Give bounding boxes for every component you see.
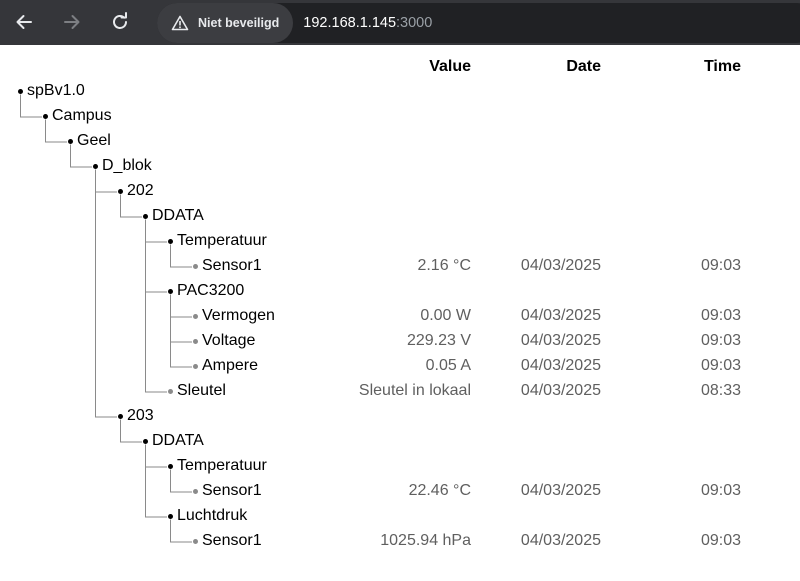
metric-date: 04/03/2025 — [520, 482, 601, 499]
reload-button[interactable] — [104, 6, 136, 38]
column-header-value: Value — [429, 58, 471, 75]
warning-triangle-icon — [171, 15, 189, 31]
leaf-bullet-icon — [192, 264, 198, 269]
leaf-bullet-icon — [192, 364, 198, 369]
tree-node-label: DDATA — [152, 207, 204, 224]
arrow-left-icon — [16, 15, 32, 29]
tree-node-row[interactable]: spBv1.0 — [0, 79, 800, 104]
node-bullet-icon — [17, 89, 23, 94]
metric-time: 09:03 — [700, 482, 741, 499]
tree-node-label: 202 — [127, 182, 154, 199]
metric-time: 08:33 — [700, 382, 741, 399]
tree-node-row[interactable]: Geel — [0, 129, 800, 154]
back-button[interactable] — [8, 6, 40, 38]
node-bullet-icon — [167, 464, 173, 469]
node-bullet-icon — [117, 414, 123, 419]
tree-node-row[interactable]: 202 — [0, 179, 800, 204]
reload-icon — [113, 12, 127, 29]
tree-node-row[interactable]: DDATA — [0, 204, 800, 229]
tree-node-label: Ampere — [202, 357, 259, 374]
metric-value: 0.05 A — [425, 357, 471, 374]
tree-node-row[interactable]: 203 — [0, 404, 800, 429]
security-label: Niet beveiligd — [198, 16, 280, 30]
tree-node-row[interactable]: Temperatuur — [0, 454, 800, 479]
metric-value: Sleutel in lokaal — [358, 382, 471, 399]
tree-node-label: DDATA — [152, 432, 204, 449]
tree-node-label: 203 — [127, 407, 154, 424]
metric-date: 04/03/2025 — [520, 382, 601, 399]
url-host: 192.168.1.145 — [303, 15, 397, 31]
tree-node-label: spBv1.0 — [27, 82, 85, 99]
tree-node-label: Luchtdruk — [177, 507, 248, 524]
metric-value: 0.00 W — [420, 307, 471, 324]
node-bullet-icon — [167, 514, 173, 519]
tree-node-label: Sensor1 — [202, 532, 262, 549]
tree-leaf-row[interactable]: Vermogen 0.00 W 04/03/2025 09:03 — [0, 304, 800, 329]
column-header-date: Date — [566, 58, 601, 75]
tree-node-row[interactable]: DDATA — [0, 429, 800, 454]
metric-date: 04/03/2025 — [520, 257, 601, 274]
tree-node-label: D_blok — [102, 157, 152, 174]
metric-date: 04/03/2025 — [520, 332, 601, 349]
node-bullet-icon — [42, 114, 48, 119]
address-bar[interactable]: Niet beveiligd 192.168.1.145:3000 — [157, 3, 800, 43]
tree-node-row[interactable]: Luchtdruk — [0, 504, 800, 529]
url-text[interactable]: 192.168.1.145:3000 — [303, 15, 432, 31]
metric-time: 09:03 — [700, 332, 741, 349]
node-bullet-icon — [67, 139, 73, 144]
tree-node-label: Geel — [77, 132, 111, 149]
node-bullet-icon — [117, 189, 123, 194]
metric-date: 04/03/2025 — [520, 532, 601, 549]
leaf-bullet-icon — [192, 339, 198, 344]
tree-leaf-row[interactable]: Ampere 0.05 A 04/03/2025 09:03 — [0, 354, 800, 379]
tree-node-label: Sleutel — [177, 382, 226, 399]
leaf-bullet-icon — [167, 389, 173, 394]
metric-value: 2.16 °C — [417, 257, 471, 274]
tree-node-label: Voltage — [202, 332, 256, 349]
metric-value: 229.23 V — [406, 332, 471, 349]
tree-leaf-row[interactable]: Voltage 229.23 V 04/03/2025 09:03 — [0, 329, 800, 354]
tree-node-label: Sensor1 — [202, 257, 262, 274]
node-bullet-icon — [167, 239, 173, 244]
tree-leaf-row[interactable]: Sensor1 22.46 °C 04/03/2025 09:03 — [0, 479, 800, 504]
metric-time: 09:03 — [700, 357, 741, 374]
metric-value: 22.46 °C — [408, 482, 471, 499]
metric-value: 1025.94 hPa — [380, 532, 471, 549]
tree-node-row[interactable]: D_blok — [0, 154, 800, 179]
url-port: :3000 — [396, 15, 433, 31]
tree-node-label: Campus — [52, 107, 112, 124]
metric-time: 09:03 — [700, 307, 741, 324]
browser-toolbar: Niet beveiligd 192.168.1.145:3000 — [0, 0, 800, 45]
node-bullet-icon — [167, 289, 173, 294]
tree-leaf-row[interactable]: Sensor1 1025.94 hPa 04/03/2025 09:03 — [0, 529, 800, 554]
tree-node-label: Temperatuur — [177, 232, 267, 249]
tree-node-label: PAC3200 — [177, 282, 245, 299]
metric-time: 09:03 — [700, 532, 741, 549]
tree-node-row[interactable]: PAC3200 — [0, 279, 800, 304]
leaf-bullet-icon — [192, 489, 198, 494]
tree-node-row[interactable]: Campus — [0, 104, 800, 129]
node-bullet-icon — [92, 164, 98, 169]
arrow-right-icon — [64, 15, 80, 29]
node-bullet-icon — [142, 214, 148, 219]
tree-leaf-row[interactable]: Sensor1 2.16 °C 04/03/2025 09:03 — [0, 254, 800, 279]
security-indicator[interactable]: Niet beveiligd — [157, 3, 294, 43]
node-bullet-icon — [142, 439, 148, 444]
metric-date: 04/03/2025 — [520, 307, 601, 324]
leaf-bullet-icon — [192, 314, 198, 319]
page-content: Value Date Time spBv1.0 Campus Geel D_blok 2… — [0, 45, 800, 581]
forward-button[interactable] — [56, 6, 88, 38]
tree-leaf-row[interactable]: Sleutel Sleutel in lokaal 04/03/2025 08:33 — [0, 379, 800, 404]
tree-node-label: Temperatuur — [177, 457, 267, 474]
tree-node-row[interactable]: Temperatuur — [0, 229, 800, 254]
column-header-time: Time — [703, 58, 741, 75]
leaf-bullet-icon — [192, 539, 198, 544]
tree-node-label: Vermogen — [202, 307, 275, 324]
metric-date: 04/03/2025 — [520, 357, 601, 374]
metric-time: 09:03 — [700, 257, 741, 274]
tree-node-label: Sensor1 — [202, 482, 262, 499]
